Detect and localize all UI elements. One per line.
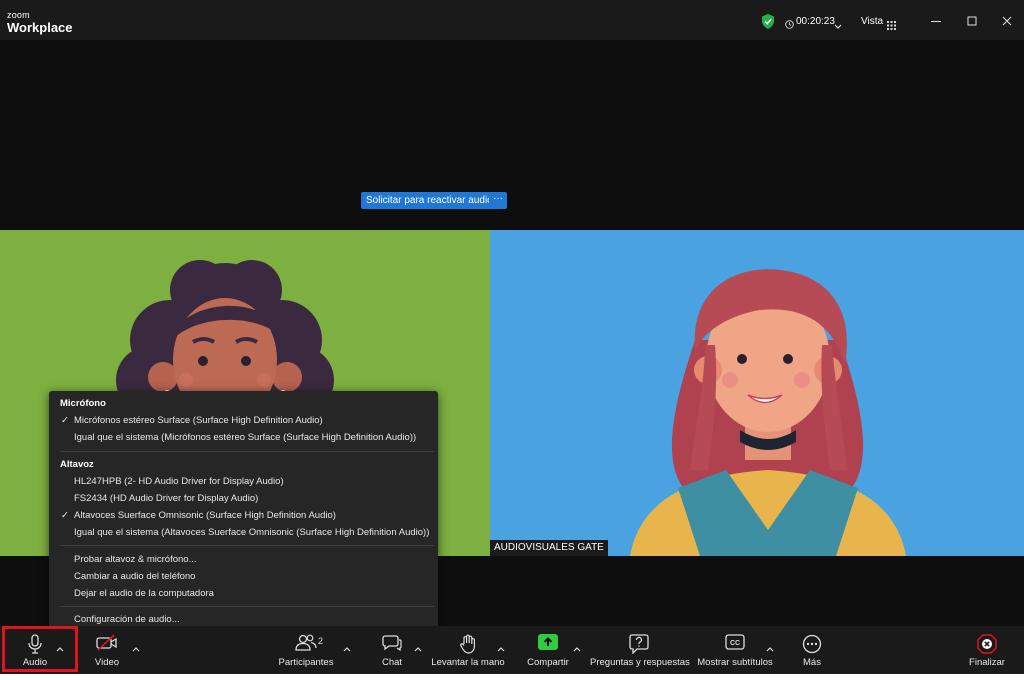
menu-item-phone-audio[interactable]: Cambiar a audio del teléfono [74,571,195,582]
share-caret-icon[interactable] [573,639,581,652]
check-icon: ✓ [61,510,69,521]
participants-count: 2 [318,636,324,646]
chat-button[interactable]: Chat [372,626,412,674]
menu-item-leave-audio[interactable]: Dejar el audio de la computadora [74,588,214,599]
more-dots-icon [802,634,822,659]
chat-label: Chat [381,657,403,668]
audio-options-menu: Micrófono ✓ Micrófonos estéreo Surface (… [49,391,438,631]
video-off-icon [96,634,118,657]
video-caret-icon[interactable] [132,639,140,652]
maximize-icon[interactable] [965,14,979,28]
window-bottom-edge [0,674,1024,680]
participants-icon [295,634,317,657]
chat-caret-icon[interactable] [414,639,422,652]
share-screen-icon [538,634,558,655]
menu-item-speaker-hl247hpb[interactable]: HL247HPB (2- HD Audio Driver for Display… [74,476,284,487]
microphone-header: Micrófono [60,398,106,409]
menu-item-speaker-surface[interactable]: Altavoces Suerface Omnisonic (Surface Hi… [74,510,336,521]
speaker-header: Altavoz [60,459,94,470]
menu-divider [60,451,434,452]
zoom-workplace-logo: zoom Workplace [7,10,73,35]
more-button[interactable]: Más [792,626,832,674]
check-icon: ✓ [61,415,69,426]
view-button[interactable]: Vista [861,16,883,27]
menu-divider [60,545,434,546]
captions-button[interactable]: CC Mostrar subtítulos [695,626,775,674]
close-icon[interactable] [1000,14,1014,28]
video-label: Video [94,657,120,668]
avatar-illustration-woman-red-hair [630,269,906,556]
brand-name: Workplace [7,20,73,35]
shield-icon[interactable] [761,14,775,34]
meeting-timer[interactable]: 00:20:23 [796,16,835,27]
meeting-toolbar: Audio Video 2 Participantes Chat Levanta [0,626,1024,674]
menu-item-speaker-fs2434[interactable]: FS2434 (HD Audio Driver for Display Audi… [74,493,258,504]
end-call-icon [977,634,997,659]
question-icon [629,634,649,659]
menu-item-mic-system[interactable]: Igual que el sistema (Micrófonos estéreo… [74,432,416,443]
hand-icon [459,634,477,659]
chevron-down-icon[interactable] [834,17,842,35]
more-options-button[interactable]: ··· [489,192,507,209]
title-bar: zoom Workplace 00:20:23 Vista [0,0,1024,40]
raise-hand-button[interactable]: Levantar la mano [430,626,506,674]
captions-label: Mostrar subtítulos [697,657,773,668]
svg-text:CC: CC [730,640,740,647]
raise-hand-label: Levantar la mano [431,657,505,668]
closed-captions-icon: CC [725,634,745,655]
clock-icon [785,16,794,34]
menu-item-test-audio[interactable]: Probar altavoz & micrófono... [74,554,197,565]
participants-label: Participantes [278,657,334,668]
raise-hand-caret-icon[interactable] [497,639,505,652]
minimize-icon[interactable] [929,14,943,28]
participants-button[interactable]: 2 Participantes [276,626,336,674]
captions-caret-icon[interactable] [766,639,774,652]
audio-highlight-box [2,626,78,672]
menu-item-mic-surface[interactable]: Micrófonos estéreo Surface (Surface High… [74,415,323,426]
video-tile-participant[interactable] [490,230,1024,556]
more-label: Más [803,657,821,668]
menu-item-speaker-system[interactable]: Igual que el sistema (Altavoces Suerface… [74,527,429,538]
grid-icon[interactable] [887,17,896,35]
brand-small: zoom [7,10,30,20]
end-meeting-button[interactable]: Finalizar [962,626,1012,674]
share-button[interactable]: Compartir [522,626,574,674]
qa-button[interactable]: Preguntas y respuestas [590,626,690,674]
qa-label: Preguntas y respuestas [590,657,690,668]
video-button[interactable]: Video [82,626,132,674]
participants-caret-icon[interactable] [343,639,351,652]
end-label: Finalizar [969,657,1005,668]
request-unmute-button[interactable]: Solicitar para reactivar audio [361,192,498,209]
chat-icon [382,634,402,657]
participant-name-tag: AUDIOVISUALES GATE [490,540,608,556]
share-label: Compartir [527,657,569,668]
menu-divider [60,606,434,607]
menu-item-audio-settings[interactable]: Configuración de audio... [74,614,180,625]
